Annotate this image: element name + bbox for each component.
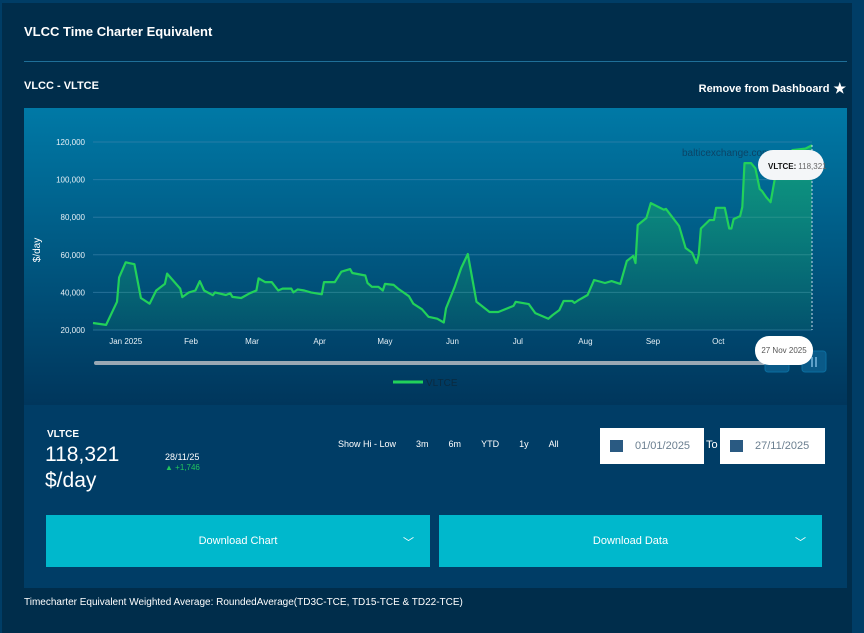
change-value: +1,746 [175, 463, 200, 472]
x-tick-label: Jul [513, 337, 523, 346]
x-tick-label: Aug [578, 337, 592, 346]
date-tooltip-text: 27 Nov 2025 [761, 346, 807, 355]
summary-value: 118,321 [45, 443, 120, 466]
divider [24, 61, 847, 62]
watermark: balticexchange.com [682, 148, 770, 159]
date-to-value: 27/11/2025 [755, 440, 810, 452]
chart-svg: 20,000 40,000 60,000 80,000 100,000 120,000 b… [32, 138, 827, 389]
navigator-scrollbar[interactable] [94, 361, 812, 365]
chevron-down-icon: ﹀ [403, 537, 414, 549]
chart-subtitle: VLCC - VLTCE [24, 80, 99, 92]
x-tick-label: Feb [184, 337, 198, 346]
remove-from-dashboard-button[interactable]: Remove from Dashboard ★ [699, 80, 846, 97]
date-from-input[interactable]: 01/01/2025 [600, 428, 704, 464]
summary-unit: $/day [45, 469, 97, 492]
summary-change: ▲ +1,746 [165, 463, 200, 472]
y-tick-label: 60,000 [61, 251, 86, 260]
y-tick-label: 20,000 [61, 326, 86, 335]
x-tick-label: Jan 2025 [109, 337, 142, 346]
star-icon: ★ [833, 80, 846, 96]
range-3m[interactable]: 3m [416, 439, 429, 449]
to-label: To [706, 439, 718, 451]
range-hi-low[interactable]: Show Hi - Low [338, 439, 396, 449]
date-from-value: 01/01/2025 [635, 440, 691, 452]
tooltip-text: VLTCE: 118,321 [768, 162, 827, 171]
calendar-icon [610, 440, 623, 452]
x-tick-label: Oct [712, 337, 725, 346]
download-data-button[interactable]: Download Data ﹀ [439, 515, 822, 567]
y-tick-label: 120,000 [56, 138, 85, 147]
bar-icon [811, 357, 813, 367]
footnote: Timecharter Equivalent Weighted Average:… [24, 597, 463, 608]
download-data-label: Download Data [592, 535, 669, 547]
range-1y[interactable]: 1y [519, 439, 529, 449]
summary-date: 28/11/25 [165, 452, 200, 462]
y-tick-label: 100,000 [56, 176, 85, 185]
x-tick-label: Jun [446, 337, 459, 346]
x-tick-label: Apr [313, 337, 326, 346]
bar-icon [815, 357, 817, 367]
tooltip-series: VLTCE: [768, 162, 796, 171]
download-chart-button[interactable]: Download Chart ﹀ [46, 515, 430, 567]
range-6m[interactable]: 6m [449, 439, 462, 449]
x-tick-label: Mar [245, 337, 259, 346]
range-ytd[interactable]: YTD [481, 439, 499, 449]
series-area-vltce [93, 145, 812, 330]
remove-label: Remove from Dashboard [698, 82, 830, 95]
x-tick-label: May [377, 337, 392, 346]
y-tick-label: 40,000 [61, 288, 86, 297]
calendar-icon [730, 440, 743, 452]
x-tick-label: Sep [646, 337, 661, 346]
y-tick-label: 80,000 [61, 213, 86, 222]
date-to-input[interactable]: 27/11/2025 [720, 428, 825, 464]
chevron-down-icon: ﹀ [795, 537, 806, 549]
tooltip-value: 118,321 [798, 162, 827, 171]
summary-label: VLTCE [47, 429, 80, 440]
range-all[interactable]: All [549, 439, 559, 449]
download-chart-label: Download Chart [198, 535, 278, 547]
up-triangle-icon: ▲ [165, 463, 173, 472]
y-axis-label: $/day [32, 238, 43, 262]
legend-label-vltce[interactable]: VLTCE [426, 378, 458, 389]
widget-title: VLCC Time Charter Equivalent [24, 24, 213, 39]
summary-panel: VLTCE 118,321 $/day 28/11/25 ▲ +1,746 Sh… [24, 405, 847, 588]
chart-area: 20,000 40,000 60,000 80,000 100,000 120,000 b… [24, 108, 847, 405]
range-selector: Show Hi - Low 3m 6m YTD 1y All [338, 439, 579, 449]
